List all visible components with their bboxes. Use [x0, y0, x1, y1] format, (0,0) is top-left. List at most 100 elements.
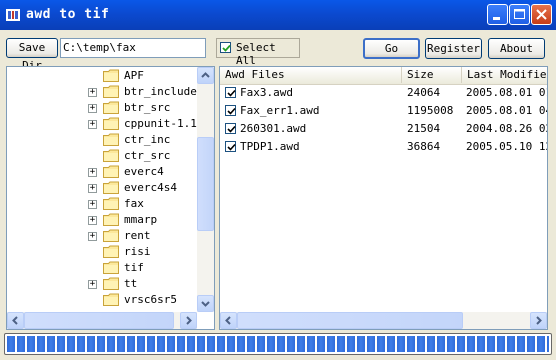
files-hscroll-thumb[interactable]	[237, 312, 463, 329]
file-checkbox[interactable]	[225, 87, 236, 98]
tree-item[interactable]: + everc4s4	[7, 180, 197, 196]
folder-icon	[103, 117, 119, 130]
tree-item[interactable]: + rent	[7, 228, 197, 244]
tree-scroll-right-button[interactable]	[180, 312, 197, 329]
maximize-button[interactable]	[509, 4, 530, 25]
tree-item[interactable]: ctr_inc	[7, 132, 197, 148]
select-all-label: Select All	[236, 41, 276, 67]
tree-item[interactable]: + fax	[7, 196, 197, 212]
tree-item-label: APF	[124, 69, 144, 82]
file-name-cell: 260301.awd	[240, 122, 307, 135]
tree-item-label: everc4	[124, 165, 164, 178]
tree-item-label: vrsc6sr5	[124, 293, 177, 306]
file-size-cell: 36864	[407, 140, 441, 153]
expand-icon[interactable]: +	[88, 184, 97, 193]
expand-icon[interactable]: +	[88, 280, 97, 289]
folder-icon	[103, 261, 119, 274]
file-checkbox[interactable]	[225, 141, 236, 152]
tree-scroll-thumb[interactable]	[197, 137, 214, 231]
chevron-right-icon	[536, 316, 542, 325]
select-all-checkbox[interactable]	[220, 42, 231, 53]
tree-item-label: tif	[124, 261, 144, 274]
table-row[interactable]: Fax_err1.awd 1195008 2005.08.01 04	[220, 102, 547, 120]
folder-icon	[103, 197, 119, 210]
tree-item[interactable]: + btr_include	[7, 84, 197, 100]
save-dir-input[interactable]: C:\temp\fax	[60, 38, 206, 58]
expand-icon[interactable]: +	[88, 232, 97, 241]
files-scroll-left-button[interactable]	[220, 312, 237, 329]
tree-item-label: rent	[124, 229, 151, 242]
file-modified-cell: 2004.08.26 02	[466, 122, 548, 135]
column-last-modified[interactable]: Last Modified	[462, 67, 547, 83]
column-awd-files[interactable]: Awd Files	[220, 67, 402, 83]
tree-item-label: tt	[124, 277, 138, 290]
folder-icon	[103, 133, 119, 146]
file-checkbox[interactable]	[225, 123, 236, 134]
minimize-button[interactable]	[487, 4, 508, 25]
save-dir-button[interactable]: Save Dir	[6, 38, 58, 72]
tree-item-label: btr_src	[124, 101, 171, 114]
tree-item[interactable]: + mmarp	[7, 212, 197, 228]
chevron-up-icon	[201, 72, 210, 78]
expand-icon[interactable]: +	[88, 120, 97, 129]
file-name-cell: Fax3.awd	[240, 86, 293, 99]
folder-icon	[103, 213, 119, 226]
file-size-cell: 24064	[407, 86, 441, 99]
files-scroll-right-button[interactable]	[530, 312, 547, 329]
tree-item-label: ctr_src	[124, 149, 171, 162]
tree-hscroll-thumb[interactable]	[24, 312, 174, 329]
close-button[interactable]	[531, 4, 552, 25]
app-icon	[6, 9, 20, 21]
file-list[interactable]: Awd Files Size Last Modified Fax3.awd 240…	[219, 66, 548, 330]
go-button[interactable]: Go	[363, 38, 420, 59]
chevron-left-icon	[225, 316, 231, 325]
tree-scroll-down-button[interactable]	[197, 295, 214, 312]
tree-vertical-scrollbar[interactable]	[197, 67, 214, 312]
register-label: Register	[427, 42, 480, 55]
tree-item[interactable]: tif	[7, 260, 197, 276]
folder-tree[interactable]: APF + btr_include + btr_src + cppunit-1.10 ctr_…	[6, 66, 215, 330]
file-name-cell: Fax_err1.awd	[240, 104, 320, 117]
tree-item[interactable]: + cppunit-1.10	[7, 116, 203, 132]
register-button[interactable]: Register	[425, 38, 482, 59]
expand-icon[interactable]: +	[88, 88, 97, 97]
file-list-header: Awd Files Size Last Modified	[220, 67, 547, 85]
tree-scroll-left-button[interactable]	[7, 312, 24, 329]
table-row[interactable]: Fax3.awd 24064 2005.08.01 01	[220, 84, 547, 102]
expand-icon[interactable]: +	[88, 200, 97, 209]
folder-icon	[103, 229, 119, 242]
folder-icon	[103, 69, 119, 82]
tree-item[interactable]: + btr_src	[7, 100, 197, 116]
close-icon	[536, 9, 547, 20]
expand-icon[interactable]: +	[88, 216, 97, 225]
tree-item-label: btr_include	[124, 85, 197, 98]
title-bar[interactable]: awd to tif	[0, 0, 556, 30]
tree-item[interactable]: vrsc6sr5	[7, 292, 197, 308]
about-button[interactable]: About	[488, 38, 545, 59]
folder-icon	[103, 165, 119, 178]
folder-icon	[103, 101, 119, 114]
column-size[interactable]: Size	[402, 67, 462, 83]
window-title: awd to tif	[26, 7, 110, 22]
check-icon	[227, 125, 236, 133]
tree-item[interactable]: APF	[7, 68, 197, 84]
file-checkbox[interactable]	[225, 105, 236, 116]
tree-item[interactable]: + everc4	[7, 164, 197, 180]
table-row[interactable]: TPDP1.awd 36864 2005.05.10 12	[220, 138, 547, 156]
tree-item[interactable]: risi	[7, 244, 197, 260]
folder-icon	[103, 181, 119, 194]
tree-horizontal-scrollbar[interactable]	[7, 312, 197, 329]
folder-icon	[103, 85, 119, 98]
tree-item[interactable]: + tt	[7, 276, 197, 292]
select-all-group[interactable]: Select All	[216, 38, 300, 67]
files-horizontal-scrollbar[interactable]	[220, 312, 547, 329]
go-label: Go	[384, 42, 399, 55]
check-icon	[227, 89, 236, 97]
tree-item-label: cppunit-1.10	[124, 117, 204, 130]
tree-scroll-up-button[interactable]	[197, 67, 214, 84]
expand-icon[interactable]: +	[88, 104, 97, 113]
expand-icon[interactable]: +	[88, 168, 97, 177]
table-row[interactable]: 260301.awd 21504 2004.08.26 02	[220, 120, 548, 138]
maximize-icon	[514, 9, 525, 19]
tree-item[interactable]: ctr_src	[7, 148, 197, 164]
